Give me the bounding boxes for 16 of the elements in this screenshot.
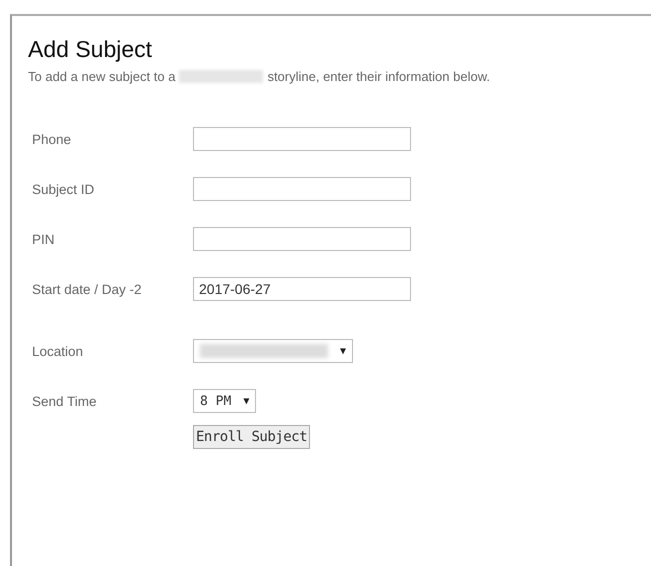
text-field[interactable] bbox=[193, 127, 411, 151]
enroll-button[interactable]: Enroll Subject bbox=[193, 425, 310, 449]
dropdown[interactable]: 8 PM ▼ bbox=[193, 389, 256, 413]
text-field[interactable] bbox=[193, 227, 411, 251]
field-label: PIN bbox=[32, 232, 56, 246]
field-label: Subject ID bbox=[32, 182, 96, 196]
dropdown[interactable]: ▼ bbox=[193, 339, 354, 363]
text-field[interactable] bbox=[193, 177, 411, 201]
description-text: storyline, enter their information below. bbox=[267, 69, 490, 84]
text-field[interactable]: 2017-06-27 bbox=[193, 277, 411, 301]
field-label: Start date / Day -2 bbox=[32, 282, 143, 296]
page-title: Add Subject bbox=[28, 36, 154, 63]
field-label: Phone bbox=[32, 132, 72, 146]
field-label: Send Time bbox=[32, 394, 98, 408]
field-label: Location bbox=[32, 344, 84, 358]
description-text: To add a new subject to a bbox=[28, 69, 176, 84]
